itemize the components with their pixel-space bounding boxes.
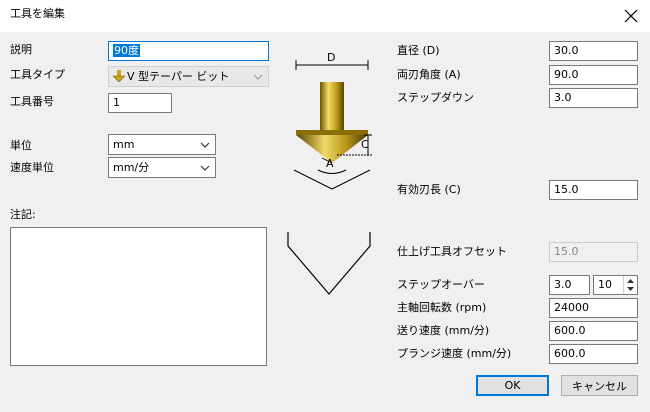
spinner-arrows[interactable] xyxy=(623,276,637,294)
unit-label: 単位 xyxy=(10,139,32,152)
tool-number-value: 1 xyxy=(113,96,120,109)
speed-unit-label: 速度単位 xyxy=(10,161,54,174)
included-angle-label: 両刃角度 (A) xyxy=(397,68,461,81)
feed-rate-label: 送り速度 (mm/分) xyxy=(397,324,490,337)
flute-length-input[interactable]: 15.0 xyxy=(549,180,638,200)
unit-select[interactable]: mm xyxy=(108,134,216,155)
diameter-value: 30.0 xyxy=(554,44,579,57)
tool-type-value: V 型テーパー ビット xyxy=(127,70,230,83)
chevron-down-icon xyxy=(200,165,210,171)
included-angle-value: 90.0 xyxy=(554,68,579,81)
stepdown-label: ステップダウン xyxy=(397,91,474,104)
spindle-speed-value: 24000 xyxy=(554,301,589,314)
diameter-input[interactable]: 30.0 xyxy=(549,41,638,61)
chevron-down-icon xyxy=(253,74,263,80)
ok-button[interactable]: OK xyxy=(476,375,549,396)
diagram-a-label: A xyxy=(326,157,334,170)
stepover-percent-spinner[interactable]: 10 xyxy=(593,275,638,295)
finish-offset-input: 15.0 xyxy=(549,242,638,262)
speed-unit-select[interactable]: mm/分 xyxy=(108,157,216,178)
notes-label: 注記: xyxy=(10,208,36,221)
included-angle-input[interactable]: 90.0 xyxy=(549,65,638,85)
notes-textarea[interactable] xyxy=(10,227,267,366)
title-bar xyxy=(0,0,650,32)
window-title: 工具を編集 xyxy=(10,7,65,20)
close-button[interactable] xyxy=(616,2,646,30)
feed-rate-input[interactable]: 600.0 xyxy=(549,321,638,341)
spindle-speed-input[interactable]: 24000 xyxy=(549,298,638,318)
plunge-rate-label: プランジ速度 (mm/分) xyxy=(397,347,512,360)
feed-rate-value: 600.0 xyxy=(554,324,586,337)
diameter-label: 直径 (D) xyxy=(397,44,440,57)
flute-length-label: 有効刃長 (C) xyxy=(397,183,461,196)
cancel-button[interactable]: キャンセル xyxy=(561,375,638,396)
unit-value: mm xyxy=(113,138,135,151)
speed-unit-value: mm/分 xyxy=(113,161,150,174)
stepdown-input[interactable]: 3.0 xyxy=(549,88,638,108)
plunge-rate-input[interactable]: 600.0 xyxy=(549,344,638,364)
tool-number-input[interactable]: 1 xyxy=(108,93,172,113)
tool-type-label: 工具タイプ xyxy=(10,68,65,81)
flute-length-value: 15.0 xyxy=(554,183,579,196)
description-input[interactable]: 90度 xyxy=(108,41,269,61)
description-label: 説明 xyxy=(10,43,32,56)
close-icon xyxy=(624,9,638,23)
spindle-speed-label: 主軸回転数 (rpm) xyxy=(397,301,487,314)
stepdown-value: 3.0 xyxy=(554,91,572,104)
diagram-d-label: D xyxy=(327,51,336,64)
v-bit-diagram xyxy=(287,60,372,295)
stepover-value: 3.0 xyxy=(554,278,572,291)
finish-offset-value: 15.0 xyxy=(554,245,579,258)
spinner-up-icon[interactable] xyxy=(624,276,637,285)
tool-number-label: 工具番号 xyxy=(10,95,54,108)
stepover-input[interactable]: 3.0 xyxy=(549,275,590,295)
description-value: 90度 xyxy=(113,44,140,57)
spinner-down-icon[interactable] xyxy=(624,285,637,294)
stepover-label: ステップオーバー xyxy=(397,278,485,291)
chevron-down-icon xyxy=(200,142,210,148)
finish-offset-label: 仕上げ工具オフセット xyxy=(397,245,507,258)
v-bit-icon xyxy=(112,70,126,83)
plunge-rate-value: 600.0 xyxy=(554,347,586,360)
diagram-c-label: C xyxy=(361,138,369,151)
tool-type-select[interactable]: V 型テーパー ビット xyxy=(108,66,269,87)
stepover-percent-value: 10 xyxy=(598,278,612,291)
